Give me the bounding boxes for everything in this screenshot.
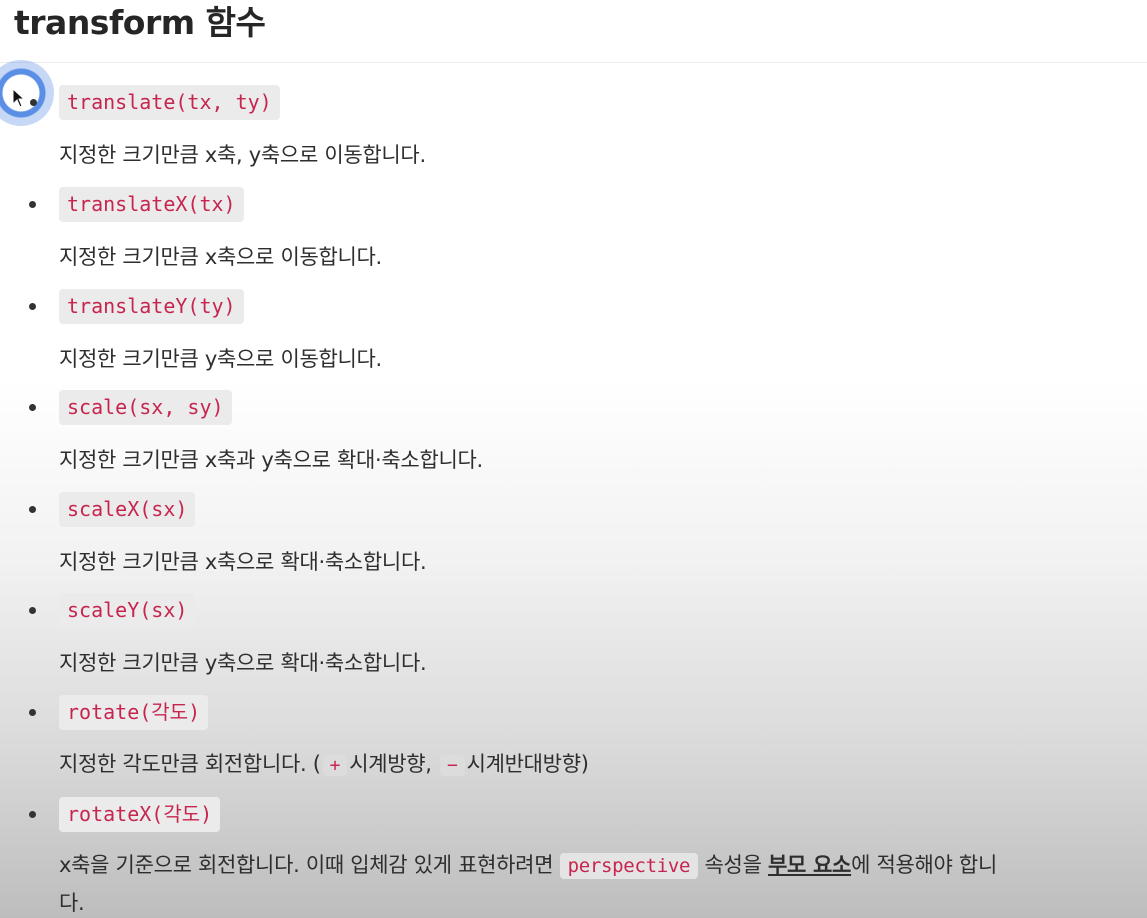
title-divider bbox=[0, 62, 1147, 63]
desc-rotate: 지정한 각도만큼 회전합니다. (+ 시계방향, − 시계반대방향) bbox=[59, 748, 589, 778]
list-item: rotateX(각도) x축을 기준으로 회전합니다. 이때 입체감 있게 표현… bbox=[0, 797, 1147, 918]
code-scaley: scaleY(sx) bbox=[59, 593, 196, 628]
bullet bbox=[29, 303, 36, 310]
desc-rotatex-apply: 에 적용해야 합니 bbox=[851, 853, 997, 877]
list-item: scaleX(sx) 지정한 크기만큼 x축으로 확대·축소합니다. bbox=[0, 492, 1147, 592]
perspective-code: perspective bbox=[559, 853, 699, 879]
code-translatey: translateY(ty) bbox=[59, 289, 244, 324]
minus-sign: − bbox=[440, 755, 465, 776]
desc-rotatex-line2: 다. bbox=[59, 891, 85, 915]
desc-translatey: 지정한 크기만큼 y축으로 이동합니다. bbox=[59, 347, 382, 371]
desc-rotate-cw: 시계방향, bbox=[349, 752, 432, 776]
mouse-pointer-icon bbox=[12, 88, 26, 108]
desc-translate: 지정한 크기만큼 x축, y축으로 이동합니다. bbox=[59, 143, 426, 167]
code-translatex: translateX(tx) bbox=[59, 187, 244, 222]
desc-rotate-text: 지정한 각도만큼 회전합니다. ( bbox=[59, 752, 321, 776]
code-rotatex: rotateX(각도) bbox=[59, 797, 221, 832]
page-title: transform 함수 bbox=[14, 3, 266, 42]
code-scalex: scaleX(sx) bbox=[59, 492, 196, 527]
desc-scaley: 지정한 크기만큼 y축으로 확대·축소합니다. bbox=[59, 651, 427, 675]
list-item: scaleY(sx) 지정한 크기만큼 y축으로 확대·축소합니다. bbox=[0, 593, 1147, 693]
desc-scale: 지정한 크기만큼 x축과 y축으로 확대·축소합니다. bbox=[59, 448, 483, 472]
list-item: translate(tx, ty) 지정한 크기만큼 x축, y축으로 이동합니… bbox=[0, 85, 1147, 185]
bullet bbox=[29, 709, 36, 716]
list-item: translateX(tx) 지정한 크기만큼 x축으로 이동합니다. bbox=[0, 187, 1147, 287]
list-item: rotate(각도) 지정한 각도만큼 회전합니다. (+ 시계방향, − 시계반대… bbox=[0, 695, 1147, 795]
bullet bbox=[29, 607, 36, 614]
plus-sign: + bbox=[322, 755, 348, 776]
desc-scalex: 지정한 크기만큼 x축으로 확대·축소합니다. bbox=[59, 550, 427, 574]
desc-rotatex-text: x축을 기준으로 회전합니다. 이때 입체감 있게 표현하려면 bbox=[59, 853, 554, 877]
bullet bbox=[29, 811, 36, 818]
parent-element-emphasis: 부모 요소 bbox=[767, 853, 852, 877]
desc-rotate-ccw: 시계반대방향) bbox=[466, 752, 589, 776]
code-rotate: rotate(각도) bbox=[59, 695, 209, 730]
bullet bbox=[30, 99, 37, 106]
bullet bbox=[29, 506, 36, 513]
desc-rotatex: x축을 기준으로 회전합니다. 이때 입체감 있게 표현하려면 perspect… bbox=[59, 849, 997, 879]
list-item: scale(sx, sy) 지정한 크기만큼 x축과 y축으로 확대·축소합니다… bbox=[0, 390, 1147, 490]
bullet bbox=[29, 201, 36, 208]
desc-rotatex-prop: 속성을 bbox=[704, 853, 762, 877]
code-scale: scale(sx, sy) bbox=[59, 390, 232, 425]
list-item: translateY(ty) 지정한 크기만큼 y축으로 이동합니다. bbox=[0, 289, 1147, 389]
code-translate: translate(tx, ty) bbox=[59, 85, 280, 120]
desc-translatex: 지정한 크기만큼 x축으로 이동합니다. bbox=[59, 245, 382, 269]
bullet bbox=[29, 404, 36, 411]
